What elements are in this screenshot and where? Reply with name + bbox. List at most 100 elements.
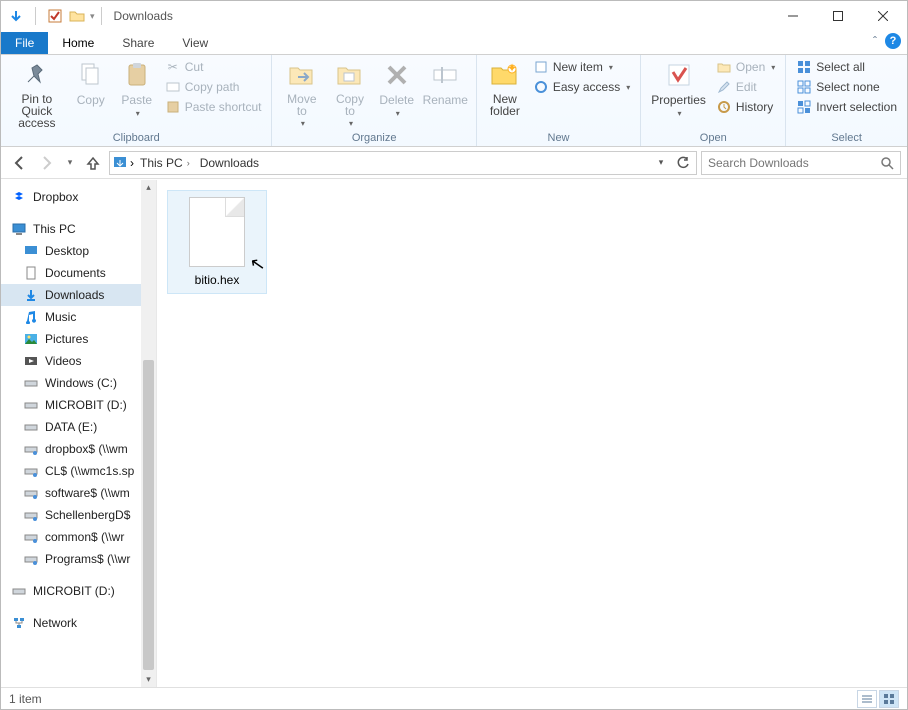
file-item[interactable]: ↖ bitio.hex	[167, 190, 267, 294]
edit-icon	[716, 79, 732, 95]
nav-up-button[interactable]	[81, 151, 105, 175]
tree-net-common[interactable]: common$ (\\wr	[1, 526, 156, 548]
tree-documents[interactable]: Documents	[1, 262, 156, 284]
tree-net-software[interactable]: software$ (\\wm	[1, 482, 156, 504]
paste-button: Paste ▾	[115, 57, 159, 120]
chevron-right-icon[interactable]: ›	[130, 156, 134, 170]
file-list-area[interactable]: ↖ bitio.hex	[157, 180, 907, 687]
copy-to-icon	[334, 59, 366, 91]
tree-microbit-d[interactable]: MICROBIT (D:)	[1, 394, 156, 416]
properties-button[interactable]: Properties▾	[647, 57, 710, 120]
drive-icon	[23, 419, 39, 435]
nav-back-button[interactable]	[7, 151, 31, 175]
network-drive-icon	[23, 529, 39, 545]
new-folder-button[interactable]: ✦ New folder	[483, 57, 527, 119]
close-button[interactable]	[860, 2, 905, 30]
move-to-icon	[286, 59, 318, 91]
qat-dropdown-icon[interactable]: ▾	[90, 11, 95, 22]
nav-scrollbar[interactable]: ▴ ▾	[141, 180, 156, 687]
help-icon[interactable]: ?	[885, 33, 901, 49]
tree-net-programs[interactable]: Programs$ (\\wr	[1, 548, 156, 570]
tab-share[interactable]: Share	[108, 32, 168, 54]
nav-forward-button	[35, 151, 59, 175]
drive-icon	[11, 583, 27, 599]
maximize-button[interactable]	[815, 2, 860, 30]
pin-to-quick-access-button[interactable]: Pin to Quick access	[7, 57, 67, 131]
down-arrow-icon[interactable]	[7, 7, 25, 25]
tree-network[interactable]: Network	[1, 612, 156, 634]
file-icon: ↖	[189, 197, 245, 267]
paste-shortcut-icon	[165, 99, 181, 115]
new-item-button[interactable]: New item▾	[529, 57, 634, 77]
group-label-new: New	[483, 132, 634, 146]
new-item-icon	[533, 59, 549, 75]
nav-recent-dropdown[interactable]: ▾	[63, 151, 77, 175]
copy-path-icon	[165, 79, 181, 95]
select-none-button[interactable]: Select none	[792, 77, 901, 97]
tree-net-schellenberg[interactable]: SchellenbergD$	[1, 504, 156, 526]
easy-access-button[interactable]: Easy access▾	[529, 77, 634, 97]
select-none-icon	[796, 79, 812, 95]
select-all-button[interactable]: Select all	[792, 57, 901, 77]
address-dropdown-button[interactable]: ▾	[650, 152, 672, 174]
tree-windows-c[interactable]: Windows (C:)	[1, 372, 156, 394]
tab-home[interactable]: Home	[48, 32, 108, 54]
tree-net-cl[interactable]: CL$ (\\wmc1s.sp	[1, 460, 156, 482]
paste-shortcut-button: Paste shortcut	[161, 97, 266, 117]
pin-icon	[21, 59, 53, 91]
cursor-icon: ↖	[248, 253, 267, 276]
invert-selection-button[interactable]: Invert selection	[792, 97, 901, 117]
address-bar[interactable]: › This PC› Downloads ▾	[109, 151, 697, 175]
tree-dropbox[interactable]: Dropbox	[1, 186, 156, 208]
view-details-button[interactable]	[857, 690, 877, 708]
open-icon	[716, 59, 732, 75]
minimize-button[interactable]	[770, 2, 815, 30]
properties-icon	[663, 59, 695, 91]
tree-net-dropbox[interactable]: dropbox$ (\\wm	[1, 438, 156, 460]
copy-to-button: Copy to▾	[327, 57, 373, 130]
tree-music[interactable]: Music	[1, 306, 156, 328]
folder-icon[interactable]	[68, 7, 86, 25]
rename-button: Rename	[421, 57, 470, 109]
tree-downloads[interactable]: Downloads	[1, 284, 156, 306]
view-icons-button[interactable]	[879, 690, 899, 708]
downloads-location-icon	[112, 155, 128, 171]
tree-thispc[interactable]: This PC	[1, 218, 156, 240]
breadcrumb-downloads[interactable]: Downloads	[196, 156, 263, 170]
edit-button: Edit	[712, 77, 779, 97]
drive-icon	[23, 375, 39, 391]
breadcrumb-thispc[interactable]: This PC›	[136, 156, 194, 170]
title-bar: ▾ Downloads	[1, 1, 907, 31]
file-name: bitio.hex	[195, 273, 240, 287]
navigation-pane: Dropbox This PC Desktop Documents Downlo…	[1, 180, 157, 687]
copy-icon	[75, 59, 107, 91]
pictures-icon	[23, 331, 39, 347]
drive-icon	[23, 397, 39, 413]
delete-button: Delete▾	[375, 57, 419, 120]
cut-button: ✂Cut	[161, 57, 266, 77]
history-button[interactable]: History	[712, 97, 779, 117]
collapse-ribbon-icon[interactable]: ˆ	[873, 34, 877, 48]
tree-microbit-d-2[interactable]: MICROBIT (D:)	[1, 580, 156, 602]
svg-text:✦: ✦	[507, 62, 517, 75]
scroll-thumb[interactable]	[143, 360, 154, 670]
tree-desktop[interactable]: Desktop	[1, 240, 156, 262]
search-input[interactable]	[708, 156, 880, 170]
tab-view[interactable]: View	[168, 32, 222, 54]
downloads-icon	[23, 287, 39, 303]
scroll-up-icon[interactable]: ▴	[141, 180, 156, 195]
search-icon[interactable]	[880, 156, 894, 170]
checkbox-icon[interactable]	[46, 7, 64, 25]
tree-data-e[interactable]: DATA (E:)	[1, 416, 156, 438]
group-label-open: Open	[647, 132, 779, 146]
search-box[interactable]	[701, 151, 901, 175]
easy-access-icon	[533, 79, 549, 95]
delete-icon	[381, 59, 413, 91]
new-folder-icon: ✦	[489, 59, 521, 91]
tree-pictures[interactable]: Pictures	[1, 328, 156, 350]
tab-file[interactable]: File	[1, 32, 48, 54]
copy-button: Copy	[69, 57, 113, 109]
scroll-down-icon[interactable]: ▾	[141, 672, 156, 687]
tree-videos[interactable]: Videos	[1, 350, 156, 372]
refresh-button[interactable]	[672, 152, 694, 174]
